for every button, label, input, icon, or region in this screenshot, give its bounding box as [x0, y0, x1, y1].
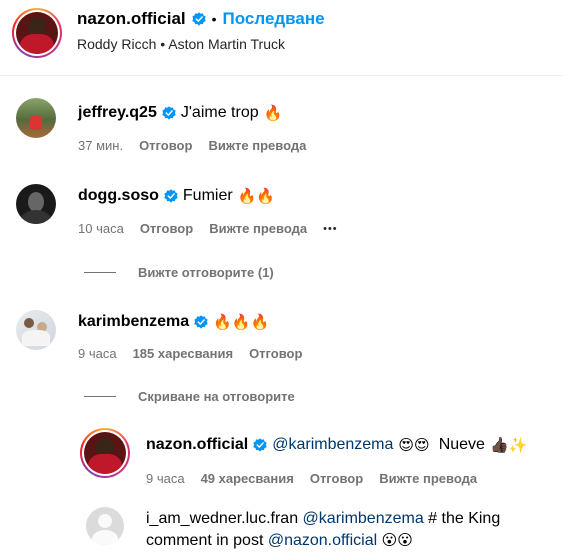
verified-icon [164, 189, 178, 203]
reply-author-avatar[interactable] [80, 428, 130, 478]
audio-track[interactable]: Roddy Ricch • Aston Martin Truck [77, 36, 285, 52]
hide-replies-label: Скриване на отговорите [138, 389, 295, 404]
mention-link[interactable]: @nazon.official [268, 532, 377, 549]
replies-divider-line [84, 396, 116, 397]
comment-time[interactable]: 37 мин. [78, 138, 123, 153]
verified-icon [253, 438, 267, 452]
fire-emoji: 🔥🔥 [237, 188, 276, 205]
reply-text-continued: comment in post [146, 532, 264, 549]
see-translation-button[interactable]: Вижте превода [209, 221, 307, 236]
reply-button[interactable]: Отговор [139, 138, 192, 153]
reply-author-avatar[interactable] [86, 507, 124, 545]
follow-button[interactable]: Последване [223, 9, 325, 29]
see-translation-button[interactable]: Вижте превода [379, 471, 477, 486]
reply-username[interactable]: i_am_wedner.luc.fran [146, 510, 298, 527]
commenter-username[interactable]: dogg.soso [78, 187, 159, 205]
verified-icon [194, 315, 208, 329]
mention-link[interactable]: @karimbenzema [303, 510, 424, 527]
commenter-username[interactable]: karimbenzema [78, 313, 189, 331]
likes-count[interactable]: 49 харесвания [201, 471, 294, 486]
more-options-icon[interactable]: ••• [323, 223, 338, 235]
heart-eyes-emoji: 😍😍 [398, 437, 430, 454]
reply-text: # the King [428, 510, 501, 527]
commenter-avatar[interactable] [16, 184, 56, 224]
header-divider [0, 75, 563, 76]
post-author-username[interactable]: nazon.official [77, 9, 186, 29]
view-replies-button[interactable]: Вижте отговорите (1) [84, 265, 274, 280]
likes-count[interactable]: 185 харесвания [133, 346, 233, 361]
mention-link[interactable]: @karimbenzema [272, 436, 393, 454]
fire-emoji: 🔥 [263, 105, 283, 122]
default-avatar-icon [98, 514, 112, 528]
view-replies-label: Вижте отговорите (1) [138, 265, 274, 280]
reply-username[interactable]: nazon.official [146, 436, 248, 454]
commenter-avatar[interactable] [16, 98, 56, 138]
verified-icon [192, 12, 206, 26]
see-translation-button[interactable]: Вижте превода [208, 138, 306, 153]
comment-text: J'aime trop [180, 104, 259, 121]
reply-button[interactable]: Отговор [140, 221, 193, 236]
verified-icon [162, 106, 176, 120]
reply-button[interactable]: Отговор [310, 471, 363, 486]
commenter-username[interactable]: jeffrey.q25 [78, 104, 157, 122]
replies-divider-line [84, 272, 116, 273]
post-author-avatar[interactable] [12, 8, 62, 58]
surprised-emoji: 😮😮 [381, 532, 413, 549]
fire-emoji: 🔥🔥🔥 [213, 314, 270, 331]
comment-time[interactable]: 9 часа [78, 346, 117, 361]
thumbs-sparkles-emoji: 👍🏿✨ [489, 437, 528, 454]
reply-button[interactable]: Отговор [249, 346, 302, 361]
separator-dot: • [211, 11, 217, 27]
reply-text: Nueve [438, 436, 485, 453]
comment-text: Fumier [182, 187, 233, 204]
reply-time[interactable]: 9 часа [146, 471, 185, 486]
commenter-avatar[interactable] [16, 310, 56, 350]
comment-time[interactable]: 10 часа [78, 221, 124, 236]
hide-replies-button[interactable]: Скриване на отговорите [84, 389, 295, 404]
